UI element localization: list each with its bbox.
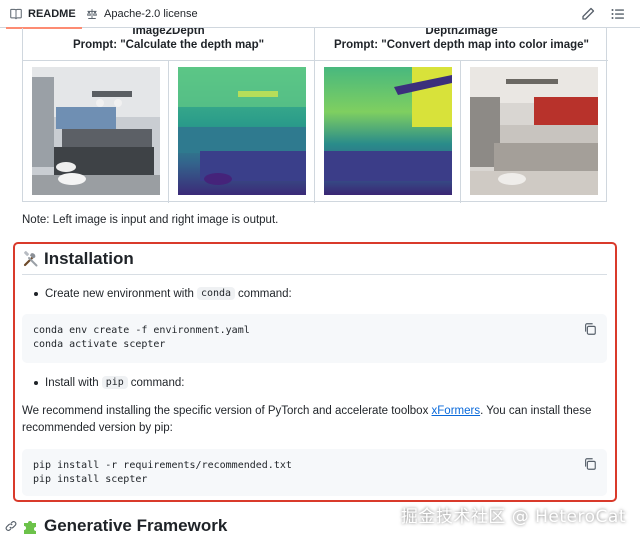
recommendation-paragraph: We recommend installing the specific ver… — [22, 403, 607, 437]
pencil-icon[interactable] — [580, 6, 596, 22]
code-line: pip install scepter — [33, 474, 148, 485]
watermark: 掘金技术社区 @ HeteroCat — [400, 507, 626, 527]
depth-map-image — [178, 67, 306, 195]
cell-input-photo — [23, 61, 169, 203]
depth-input-image — [324, 67, 452, 195]
installation-heading: Installation — [22, 249, 134, 269]
readme-tabbar: README Apache-2.0 license — [0, 0, 640, 29]
code-block-conda[interactable]: conda env create -f environment.yaml con… — [22, 314, 607, 363]
list-item-text: Create new environment with — [45, 287, 194, 300]
code-line: conda activate scepter — [33, 339, 166, 350]
code-block-pip[interactable]: pip install -r requirements/recommended.… — [22, 449, 607, 496]
generative-framework-heading-text: Generative Framework — [44, 516, 228, 535]
scale-icon — [87, 9, 97, 19]
generative-framework-heading: Generative Framework — [22, 516, 227, 536]
list-icon[interactable] — [610, 6, 626, 22]
paragraph-text: We recommend installing the specific ver… — [22, 405, 429, 417]
list-item-pip: Install with pip command: — [34, 376, 184, 389]
image-note: Note: Left image is input and right imag… — [22, 214, 279, 226]
copy-icon[interactable] — [583, 322, 597, 336]
installation-heading-text: Installation — [44, 249, 134, 268]
tab-license-label: Apache-2.0 license — [104, 8, 198, 20]
puzzle-icon — [24, 521, 36, 534]
code-line: pip install -r requirements/recommended.… — [33, 460, 292, 471]
kitchen-photo-image — [32, 67, 160, 195]
cell-input-depth — [315, 61, 461, 203]
tab-readme[interactable]: README — [6, 0, 82, 29]
book-icon — [10, 8, 22, 20]
cell-output-depth — [169, 61, 315, 203]
inline-code: pip — [101, 376, 128, 389]
col-title: Image2Depth — [132, 28, 205, 37]
inline-code: conda — [196, 287, 236, 300]
code-line: conda env create -f environment.yaml — [33, 325, 250, 336]
link-icon[interactable] — [4, 519, 18, 533]
list-item-suffix: command: — [130, 376, 185, 389]
list-item-suffix: command: — [238, 287, 292, 300]
cell-output-color — [461, 61, 608, 203]
col-title: Depth2Image — [425, 28, 498, 37]
tab-license[interactable]: Apache-2.0 license — [86, 0, 198, 28]
list-item-text: Install with — [45, 376, 99, 389]
tab-readme-label: README — [28, 8, 76, 20]
xformers-link[interactable]: xFormers — [432, 405, 481, 417]
col-prompt: Prompt: "Calculate the depth map" — [72, 39, 265, 51]
col-prompt: Prompt: "Convert depth map into color im… — [334, 39, 589, 51]
col-header-image2depth: Image2Depth Prompt: "Calculate the depth… — [23, 28, 315, 60]
image-row — [23, 60, 608, 203]
tools-icon — [23, 251, 38, 267]
example-table: Image2Depth Prompt: "Calculate the depth… — [22, 28, 608, 203]
copy-icon[interactable] — [583, 457, 597, 471]
col-header-depth2image: Depth2Image Prompt: "Convert depth map i… — [315, 28, 608, 60]
list-item-conda: Create new environment with conda comman… — [34, 287, 292, 300]
color-output-image — [470, 67, 598, 195]
heading-divider — [22, 274, 607, 275]
